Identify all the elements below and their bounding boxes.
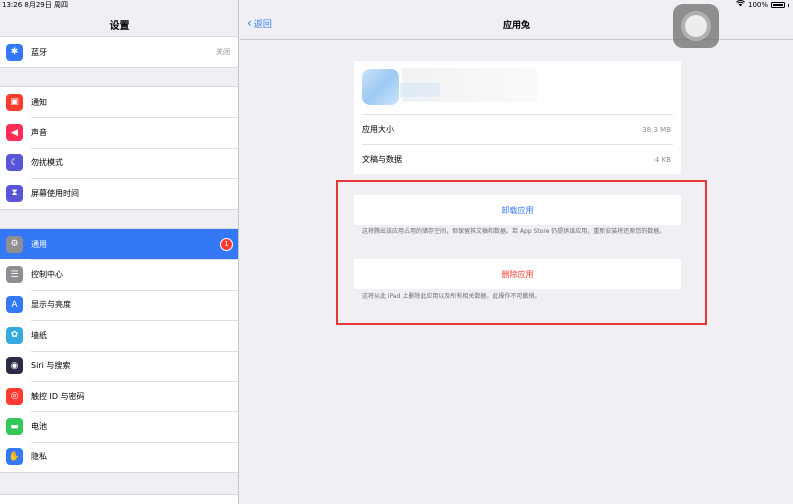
app-size-value: 38.3 MB (642, 125, 671, 134)
wallpaper-icon: ✿ (6, 326, 23, 344)
sidebar-item[interactable]: ⧗ 屏幕使用时间 (0, 178, 238, 208)
offload-app-button[interactable]: 卸载应用 (354, 195, 681, 225)
sidebar-item-label: 显示与亮度 (31, 300, 71, 310)
sidebar-item[interactable]: ✿ 墙纸 (0, 320, 238, 350)
sidebar-item-label: 电池 (31, 422, 47, 432)
status-time-date: 13:26 8月29日 周四 (2, 1, 68, 9)
sidebar-item-label: 勿扰模式 (31, 158, 63, 168)
sidebar-title: 设置 (109, 21, 130, 32)
sidebar-item[interactable]: ◉ Siri 与搜索 (0, 350, 238, 381)
app-detail-pane: ‹ 返回 应用兔 应用大小 38.3 MB 文稿与数据 4 KB 卸载应用 这将… (240, 0, 793, 504)
sidebar-item-label: 蓝牙 (31, 47, 47, 57)
battery-status-icon (771, 2, 785, 8)
sidebar-item-label: 屏幕使用时间 (31, 188, 79, 198)
sidebar-item-label: Siri 与搜索 (31, 361, 71, 371)
sidebar-item[interactable]: ✋ 隐私 (0, 441, 238, 472)
status-bar: 13:26 8月29日 周四 100% (0, 0, 793, 10)
siri-icon: ◉ (6, 357, 23, 375)
gear-icon: ⚙ (6, 235, 23, 253)
hand-icon: ✋ (6, 448, 23, 466)
offload-note: 这将腾出该应用占用的储存空间，但保留其文稿和数据。若 App Store 仍提供… (362, 228, 666, 235)
sidebar-item[interactable]: ▬ 电池 (0, 411, 238, 441)
documents-data-label: 文稿与数据 (362, 155, 402, 164)
app-size-row: 应用大小 38.3 MB (362, 114, 673, 144)
hourglass-icon: ⧗ (6, 184, 23, 202)
sidebar-item[interactable]: ✱ 蓝牙 关闭 (0, 37, 238, 67)
display-icon: A (6, 296, 23, 314)
battery-icon: ▬ (6, 418, 23, 436)
sidebar-item-label: 墙纸 (31, 330, 47, 340)
wifi-icon (736, 0, 745, 10)
sidebar-item[interactable]: ◎ 触控 ID 与密码 (0, 380, 238, 411)
fingerprint-icon: ◎ (6, 387, 23, 405)
app-info-card: 应用大小 38.3 MB 文稿与数据 4 KB (354, 61, 681, 174)
control-center-icon: ☰ (6, 266, 23, 284)
status-right: 100% (736, 0, 789, 10)
sound-icon: ◀ (6, 124, 23, 142)
sidebar-group-connectivity: ✱ 蓝牙 关闭 (0, 36, 238, 69)
delete-note: 这将从此 iPad 上删除此应用以及所有相关数据。此操作不可撤销。 (362, 293, 541, 300)
sidebar-item[interactable]: A 显示与亮度 (0, 289, 238, 320)
sidebar-group-general: ⚙ 通用 1 ☰ 控制中心 A 显示与亮度 ✿ 墙纸 ◉ Siri 与搜索 ◎ 触控 ID 与密码 ▬ 电池… (0, 228, 238, 474)
moon-icon: ☾ (6, 154, 23, 172)
sidebar-group-next (0, 494, 238, 504)
app-icon (362, 69, 399, 105)
sidebar-item-label: 通知 (31, 97, 47, 107)
documents-data-row: 文稿与数据 4 KB (362, 144, 673, 174)
sidebar-item[interactable]: ⚙ 通用 1 (0, 229, 238, 260)
delete-app-button[interactable]: 删除应用 (354, 259, 681, 289)
sidebar-item[interactable]: ☰ 控制中心 (0, 259, 238, 289)
assistive-touch-button[interactable] (673, 4, 719, 48)
sidebar-item-label: 隐私 (31, 452, 47, 462)
app-size-label: 应用大小 (362, 125, 394, 134)
notification-badge: 1 (220, 237, 233, 251)
sidebar-item-label: 控制中心 (31, 270, 63, 280)
notification-icon: ▣ (6, 93, 23, 111)
sidebar-item[interactable]: ☾ 勿扰模式 (0, 147, 238, 178)
sidebar-item-value: 关闭 (216, 48, 230, 57)
sidebar-item-label: 触控 ID 与密码 (31, 391, 85, 401)
sidebar-item[interactable]: ▣ 通知 (0, 87, 238, 117)
bluetooth-icon: ✱ (6, 43, 23, 61)
sidebar-item[interactable]: ◀ 声音 (0, 117, 238, 147)
sidebar-item-label: 声音 (31, 128, 47, 138)
documents-data-value: 4 KB (654, 155, 671, 164)
sidebar-item-label: 通用 (31, 239, 47, 249)
battery-percent: 100% (747, 1, 768, 9)
sidebar-group-notifications: ▣ 通知 ◀ 声音 ☾ 勿扰模式 ⧗ 屏幕使用时间 (0, 86, 238, 210)
settings-sidebar: 设置 ✱ 蓝牙 关闭 ▣ 通知 ◀ 声音 ☾ 勿扰模式 ⧗ 屏幕使用时间 ⚙ 通用 1 ☰ 控制中心 A 显示… (0, 0, 239, 504)
